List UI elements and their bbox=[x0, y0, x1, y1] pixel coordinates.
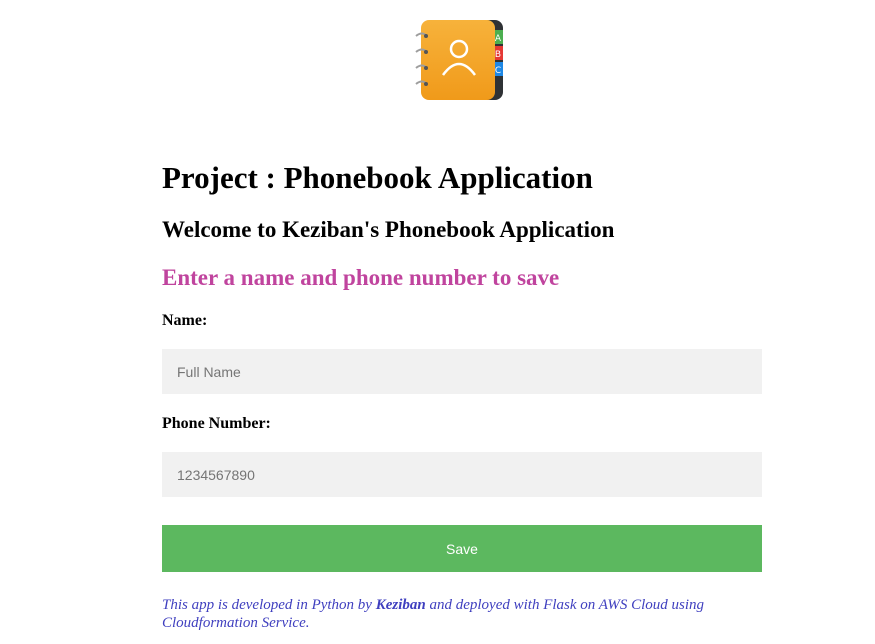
page-title: Project : Phonebook Application bbox=[162, 160, 593, 195]
tab-letter-a: A bbox=[495, 34, 502, 44]
name-input[interactable] bbox=[162, 349, 762, 394]
welcome-heading: Welcome to Keziban's Phonebook Applicati… bbox=[162, 217, 615, 242]
name-label: Name: bbox=[162, 312, 208, 329]
form-prompt: Enter a name and phone number to save bbox=[162, 265, 560, 290]
phone-label: Phone Number: bbox=[162, 415, 271, 432]
footer-note: This app is developed in Python by Kezib… bbox=[162, 596, 762, 632]
address-book-icon: A B C bbox=[413, 18, 505, 104]
footer-text-before: This app is developed in Python by bbox=[162, 597, 376, 613]
tab-letter-c: C bbox=[495, 66, 501, 76]
phonebook-page: A B C Project: Phonebook Application We… bbox=[0, 0, 875, 644]
footer-author: Keziban bbox=[375, 597, 426, 613]
save-button[interactable]: Save bbox=[162, 525, 762, 572]
tab-letter-b: B bbox=[495, 50, 501, 60]
phone-input[interactable] bbox=[162, 452, 762, 497]
